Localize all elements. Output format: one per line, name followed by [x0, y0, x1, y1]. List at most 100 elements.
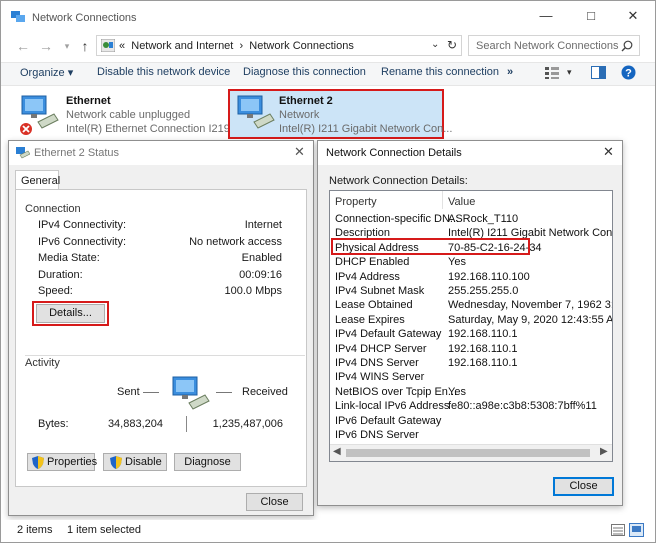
detail-property[interactable]: Link-local IPv6 Address — [335, 400, 449, 412]
properties-button-label: Properties — [47, 456, 98, 468]
activity-group-label: Activity — [25, 357, 63, 369]
disable-button[interactable]: Disable — [103, 453, 167, 471]
item-count: 2 items — [17, 524, 53, 536]
details-view-icon[interactable] — [611, 524, 625, 536]
detail-value[interactable]: 192.168.110.100 — [448, 271, 530, 283]
close-window-button[interactable]: ✕ — [620, 6, 646, 26]
breadcrumb-separator-icon[interactable]: › — [240, 40, 244, 52]
received-line — [216, 392, 232, 393]
detail-property[interactable]: IPv4 Default Gateway — [335, 328, 441, 340]
preview-pane-icon[interactable] — [591, 66, 606, 79]
column-header-value[interactable]: Value — [448, 196, 475, 208]
close-button[interactable]: Close — [553, 477, 614, 496]
connection-name: Ethernet — [66, 95, 111, 107]
diagnose-button[interactable]: Diagnose — [174, 453, 241, 471]
search-input[interactable]: Search Network Connections — [476, 40, 618, 52]
ethernet-adapter-icon — [20, 95, 59, 135]
close-button[interactable]: Close — [246, 493, 303, 511]
detail-value[interactable]: Yes — [448, 386, 466, 398]
search-icon[interactable] — [621, 40, 633, 52]
help-icon[interactable]: ? — [621, 65, 636, 80]
scrollbar-thumb[interactable] — [346, 449, 590, 457]
forward-arrow-icon[interactable]: → — [37, 37, 55, 55]
detail-value[interactable]: 192.168.110.1 — [448, 343, 518, 355]
column-header-property[interactable]: Property — [335, 196, 377, 208]
column-divider — [442, 191, 443, 209]
breadcrumb: « Network and Internet › Network Connect… — [119, 40, 354, 52]
tab-general[interactable]: General — [15, 170, 61, 190]
detail-value[interactable]: fe80::a98e:c3b8:5308:7bff%11 — [448, 400, 597, 412]
scroll-left-icon[interactable]: ◀ — [333, 446, 341, 457]
detail-value[interactable]: Saturday, May 9, 2020 12:43:55 AM — [448, 314, 612, 326]
connection-adapter: Intel(R) I211 Gigabit Network Con... — [279, 123, 453, 135]
tab-general-label: General — [21, 175, 61, 187]
horizontal-scrollbar[interactable]: ◀ ▶ — [330, 444, 612, 461]
breadcrumb-network-connections[interactable]: Network Connections — [249, 40, 354, 52]
detail-value[interactable]: 192.168.110.1 — [448, 357, 518, 369]
detail-property[interactable]: NetBIOS over Tcpip En... — [335, 386, 457, 398]
detail-property[interactable]: IPv4 WINS Server — [335, 371, 424, 383]
detail-property[interactable]: IPv4 DNS Server — [335, 357, 419, 369]
bytes-received-value: 1,235,487,006 — [212, 418, 283, 430]
ipv6-connectivity-value: No network access — [189, 236, 282, 248]
detail-property[interactable]: IPv4 DHCP Server — [335, 343, 427, 355]
details-list[interactable]: Property Value Connection-specific DN...… — [329, 190, 613, 462]
breadcrumb-network-and-internet[interactable]: Network and Internet — [131, 40, 233, 52]
detail-property[interactable]: Connection-specific DN... — [335, 213, 459, 225]
diagnose-connection-button[interactable]: Diagnose this connection — [243, 66, 366, 78]
address-bar[interactable]: « Network and Internet › Network Connect… — [96, 35, 462, 56]
close-icon[interactable]: ✕ — [603, 144, 614, 160]
recent-chevron-icon[interactable]: ▾ — [58, 37, 76, 55]
details-button[interactable]: Details... — [36, 304, 105, 323]
detail-property[interactable]: IPv4 Address — [335, 271, 400, 283]
bytes-sent-value: 34,883,204 — [107, 418, 163, 430]
detail-property[interactable]: IPv6 Default Gateway — [335, 415, 441, 427]
network-connections-icon — [11, 11, 25, 22]
details-dialog-title: Network Connection Details — [326, 147, 462, 159]
detail-property[interactable]: DHCP Enabled — [335, 256, 409, 268]
detail-property[interactable]: Lease Expires — [335, 314, 405, 326]
physical-address-highlight — [331, 238, 530, 255]
connection-item-ethernet[interactable]: Ethernet Network cable unplugged Intel(R… — [18, 92, 241, 138]
scroll-right-icon[interactable]: ▶ — [600, 446, 608, 457]
maximize-button[interactable]: □ — [578, 6, 604, 26]
connection-status: Network cable unplugged — [66, 109, 191, 121]
large-icons-view-icon[interactable] — [629, 523, 644, 537]
connection-name: Ethernet 2 — [279, 95, 333, 107]
media-state-label: Media State: — [38, 252, 100, 264]
status-dialog-titlebar: Ethernet 2 Status ✕ — [9, 141, 313, 165]
selected-count: 1 item selected — [67, 524, 141, 536]
speed-label: Speed: — [38, 285, 73, 297]
disable-device-button[interactable]: Disable this network device — [97, 66, 230, 78]
rename-connection-button[interactable]: Rename this connection — [381, 66, 499, 78]
close-icon[interactable]: ✕ — [294, 144, 305, 160]
up-arrow-icon[interactable]: ↑ — [76, 37, 94, 55]
back-arrow-icon[interactable]: ← — [14, 37, 32, 55]
search-box[interactable]: Search Network Connections — [468, 35, 640, 56]
sent-label: Sent — [117, 386, 140, 398]
connection-group-label: Connection — [25, 203, 81, 215]
view-options-chevron-icon[interactable]: ▾ — [567, 67, 572, 78]
detail-value[interactable]: Wednesday, November 7, 1962 3:26:18 / — [448, 299, 612, 311]
detail-property[interactable]: IPv6 DNS Server — [335, 429, 419, 441]
organize-menu[interactable]: Organize ▾ — [20, 66, 73, 79]
detail-value[interactable]: ASRock_T110 — [448, 213, 518, 225]
details-dialog: Network Connection Details ✕ Network Con… — [317, 140, 623, 506]
refresh-icon[interactable]: ↻ — [447, 38, 457, 52]
connection-item-ethernet-2[interactable]: Ethernet 2 Network Intel(R) I211 Gigabit… — [228, 89, 452, 139]
speed-value: 100.0 Mbps — [224, 285, 282, 297]
uac-shield-icon — [110, 456, 122, 469]
detail-property[interactable]: Lease Obtained — [335, 299, 413, 311]
ipv6-connectivity-label: IPv6 Connectivity: — [38, 236, 127, 248]
more-commands-button[interactable]: » — [507, 66, 513, 78]
detail-value[interactable]: 192.168.110.1 — [448, 328, 518, 340]
status-dialog: Ethernet 2 Status ✕ General Connection I… — [8, 140, 314, 516]
detail-value[interactable]: Yes — [448, 256, 466, 268]
properties-button[interactable]: Properties — [27, 453, 98, 471]
breadcrumb-overflow[interactable]: « — [119, 40, 125, 52]
detail-property[interactable]: IPv4 Subnet Mask — [335, 285, 424, 297]
minimize-button[interactable]: — — [533, 6, 559, 26]
change-view-icon[interactable] — [544, 66, 560, 80]
detail-value[interactable]: 255.255.255.0 — [448, 285, 518, 297]
address-dropdown-icon[interactable]: ⌄ — [431, 39, 439, 50]
